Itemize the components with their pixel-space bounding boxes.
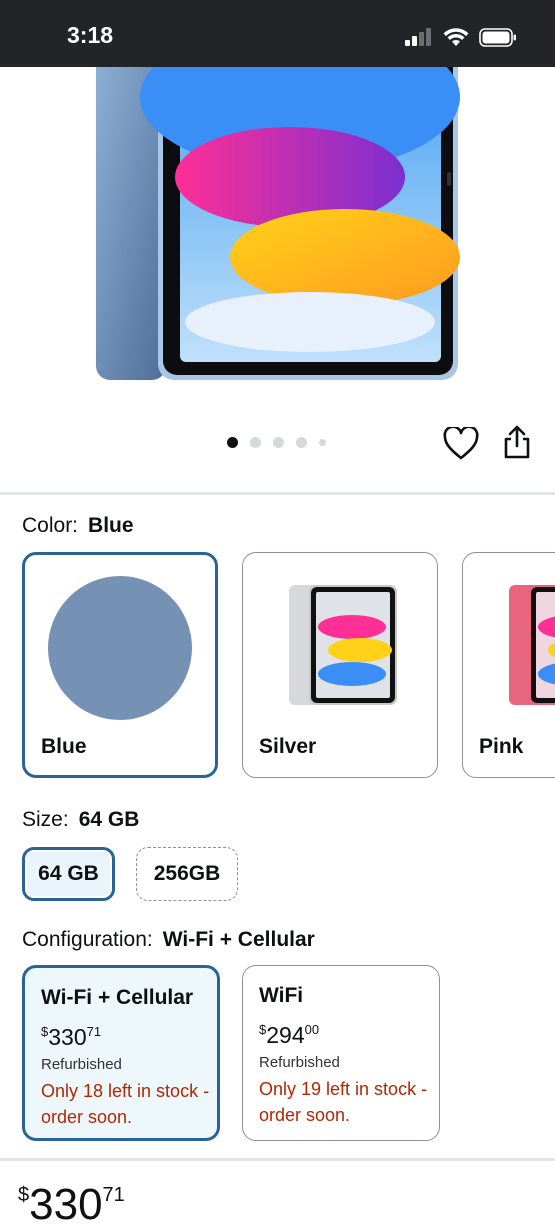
status-icons bbox=[405, 26, 517, 48]
config-option-stock: Only 19 left in stock - order soon. bbox=[259, 1076, 434, 1128]
status-bar: 3:18 bbox=[0, 0, 555, 67]
color-option-label: Pink bbox=[479, 735, 523, 759]
cellular-signal-icon bbox=[405, 28, 433, 46]
pink-ipad-thumbnail bbox=[462, 552, 555, 722]
status-time: 3:18 bbox=[67, 22, 113, 49]
main-price-symbol: $ bbox=[18, 1184, 29, 1206]
section-divider bbox=[0, 492, 555, 495]
color-option-silver[interactable]: Silver bbox=[242, 552, 438, 778]
price-whole: 330 bbox=[48, 1024, 86, 1050]
main-price-whole: 330 bbox=[29, 1180, 102, 1229]
config-option-price: $33071 bbox=[41, 1024, 101, 1051]
config-option-condition: Refurbished bbox=[259, 1054, 340, 1071]
color-option-pink[interactable]: Pink bbox=[462, 552, 555, 778]
heart-icon[interactable] bbox=[443, 427, 479, 461]
pagination-dot-3[interactable] bbox=[273, 437, 284, 448]
size-label-row: Size: 64 GB bbox=[22, 808, 139, 832]
config-option-wifi[interactable]: WiFi $29400 Refurbished Only 19 left in … bbox=[242, 965, 440, 1141]
color-selected-value: Blue bbox=[88, 514, 134, 537]
color-option-blue[interactable]: Blue bbox=[22, 552, 218, 778]
config-option-wifi-cellular[interactable]: Wi-Fi + Cellular $33071 Refurbished Only… bbox=[22, 965, 220, 1141]
section-divider bbox=[0, 1158, 555, 1161]
size-selected-value: 64 GB bbox=[79, 808, 140, 831]
price-whole: 294 bbox=[266, 1022, 304, 1048]
size-label: Size: bbox=[22, 808, 69, 831]
pagination-dot-4[interactable] bbox=[296, 437, 307, 448]
configuration-label: Configuration: bbox=[22, 928, 153, 951]
size-option-64gb[interactable]: 64 GB bbox=[22, 847, 115, 901]
configuration-label-row: Configuration: Wi-Fi + Cellular bbox=[22, 928, 315, 952]
configuration-selected-value: Wi-Fi + Cellular bbox=[163, 928, 315, 951]
share-icon[interactable] bbox=[502, 424, 532, 460]
config-option-price: $29400 bbox=[259, 1022, 319, 1049]
image-pagination bbox=[227, 437, 326, 448]
blue-swatch-circle bbox=[22, 552, 218, 732]
pagination-dot-5[interactable] bbox=[319, 439, 326, 446]
pagination-dot-1[interactable] bbox=[227, 437, 238, 448]
battery-icon bbox=[479, 28, 517, 47]
price-fraction: 00 bbox=[305, 1022, 319, 1037]
main-price: $33071 bbox=[18, 1180, 125, 1230]
product-image[interactable] bbox=[0, 67, 555, 412]
config-option-stock: Only 18 left in stock - order soon. bbox=[41, 1078, 216, 1130]
price-fraction: 71 bbox=[87, 1024, 101, 1039]
color-option-label: Silver bbox=[259, 735, 316, 759]
config-option-title: WiFi bbox=[259, 984, 303, 1008]
wifi-icon bbox=[443, 28, 469, 47]
pagination-dot-2[interactable] bbox=[250, 437, 261, 448]
color-label-row: Color: Blue bbox=[22, 514, 134, 538]
size-option-256gb[interactable]: 256GB bbox=[136, 847, 238, 901]
config-option-title: Wi-Fi + Cellular bbox=[41, 986, 193, 1010]
main-price-fraction: 71 bbox=[103, 1184, 125, 1206]
config-option-condition: Refurbished bbox=[41, 1056, 122, 1073]
silver-ipad-thumbnail bbox=[242, 552, 438, 722]
color-option-label: Blue bbox=[41, 735, 87, 759]
color-label: Color: bbox=[22, 514, 78, 537]
